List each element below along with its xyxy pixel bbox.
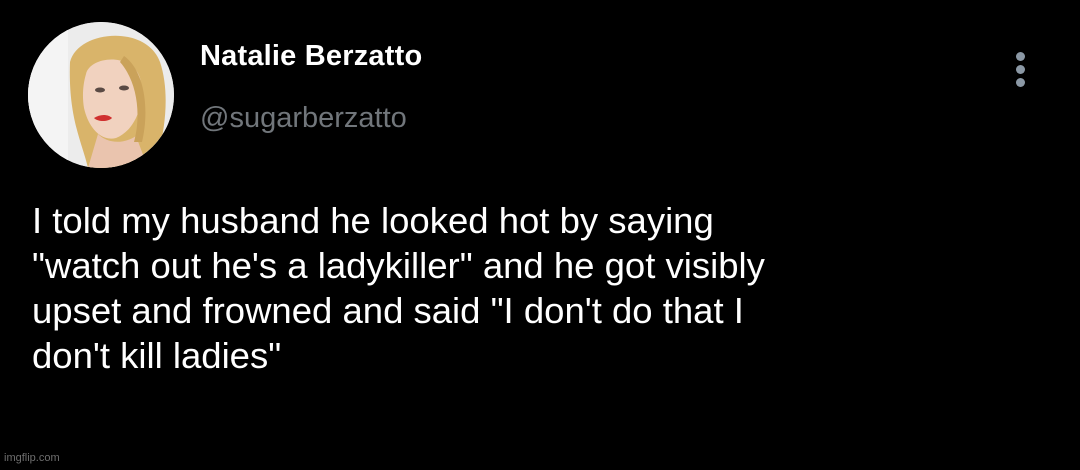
dot (1016, 78, 1025, 87)
more-options-icon[interactable] (1008, 50, 1034, 90)
tweet-text: I told my husband he looked hot by sayin… (32, 200, 765, 376)
dot (1016, 65, 1025, 74)
author-handle[interactable]: @sugarberzatto (200, 102, 407, 135)
watermark: imgflip.com (4, 452, 60, 464)
author-display-name[interactable]: Natalie Berzatto (200, 40, 422, 73)
tweet-card: Natalie Berzatto @sugarberzatto I told m… (0, 0, 1080, 470)
avatar[interactable] (28, 22, 174, 168)
dot (1016, 52, 1025, 61)
profile-photo-icon (28, 22, 174, 168)
